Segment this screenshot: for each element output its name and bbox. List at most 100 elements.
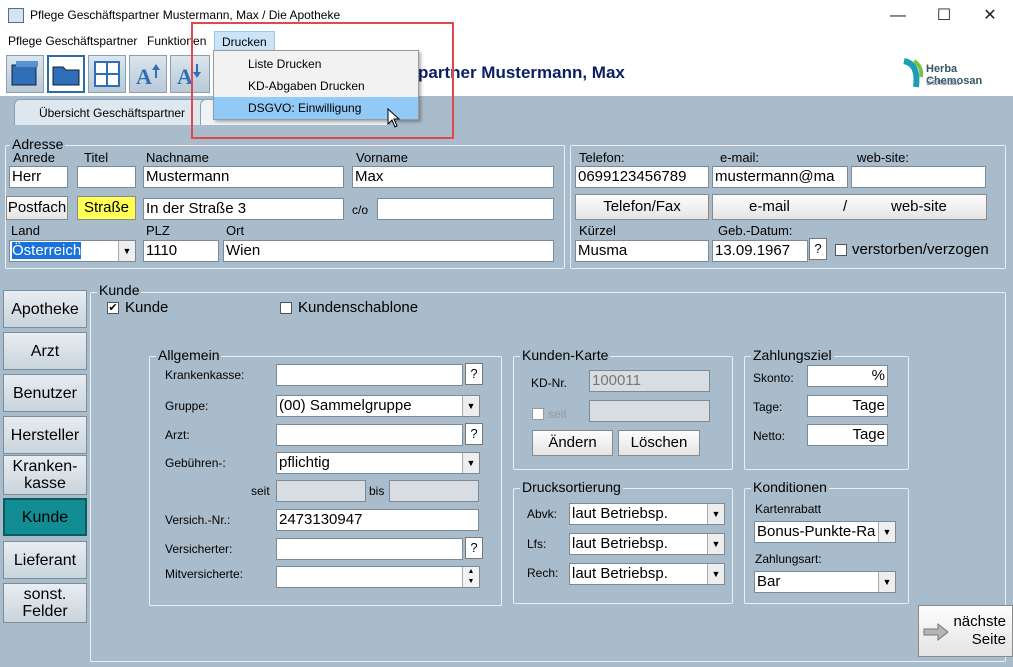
vorname-field[interactable]: Max	[352, 166, 554, 188]
lfs-select[interactable]: laut Betriebsp. ▼	[569, 533, 725, 555]
nav-hersteller[interactable]: Hersteller	[3, 416, 87, 454]
chevron-down-icon[interactable]: ▼	[878, 572, 895, 592]
drucksortierung-label: Drucksortierung	[520, 479, 623, 495]
titel-field[interactable]	[77, 166, 136, 188]
gruppe-label: Gruppe:	[165, 399, 209, 413]
kundenschablone-checkbox[interactable]	[280, 302, 292, 314]
netto-field[interactable]: Tage	[807, 424, 888, 446]
arzt-help-button[interactable]: ?	[465, 423, 483, 445]
kunde-panel-label: Kunde	[97, 282, 142, 298]
abvk-label: Abvk:	[527, 507, 558, 521]
abvk-select[interactable]: laut Betriebsp. ▼	[569, 503, 725, 525]
chevron-down-icon[interactable]: ▼	[118, 241, 135, 261]
kunde-checkbox[interactable]: ✔	[107, 302, 119, 314]
nav-krankenkasse[interactable]: Kranken- kasse	[3, 455, 87, 495]
herba-chemosan-logo: Herba Chemosan Sanodat	[898, 57, 1008, 93]
rech-select[interactable]: laut Betriebsp. ▼	[569, 563, 725, 585]
nav-benutzer[interactable]: Benutzer	[3, 374, 87, 412]
lfs-label: Lfs:	[527, 537, 547, 551]
email-field[interactable]: mustermann@ma	[712, 166, 848, 188]
ort-field[interactable]: Wien	[223, 240, 554, 262]
minimize-button[interactable]: —	[875, 0, 921, 31]
land-label: Land	[11, 223, 40, 238]
mitversicherte-field[interactable]: ▲ ▼	[276, 566, 480, 588]
co-label: c/o	[352, 203, 369, 217]
nav-sonst-felder[interactable]: sonst. Felder	[3, 583, 87, 623]
skonto-field[interactable]: %	[807, 365, 888, 387]
versicherter-field[interactable]	[276, 538, 463, 560]
arzt-label: Arzt:	[165, 428, 190, 442]
window-list-icon[interactable]	[6, 55, 44, 93]
aendern-button[interactable]: Ändern	[532, 430, 613, 456]
krankenkasse-field[interactable]	[276, 364, 463, 386]
tage-field[interactable]: Tage	[807, 395, 888, 417]
chevron-down-icon[interactable]: ▼	[707, 534, 724, 554]
titel-label: Titel	[84, 150, 109, 165]
sort-ascending-icon[interactable]: A	[129, 55, 167, 93]
seit-label: seit	[251, 484, 270, 498]
nav-kunde[interactable]: Kunde	[3, 498, 87, 536]
folder-icon[interactable]	[47, 55, 85, 93]
maximize-button[interactable]: ☐	[921, 0, 967, 31]
kunde-check-label: Kunde	[125, 299, 169, 316]
geb-help-button[interactable]: ?	[809, 238, 827, 260]
geb-field[interactable]: 13.09.1967	[712, 240, 808, 262]
mitversicherte-label: Mitversicherte:	[165, 567, 244, 581]
verstorben-checkbox[interactable]	[835, 244, 847, 256]
nav-arzt[interactable]: Arzt	[3, 332, 87, 370]
slash-label: /	[843, 198, 848, 215]
versich-nr-field[interactable]: 2473130947	[276, 509, 479, 531]
highlight-box	[191, 22, 454, 139]
seit-checkbox[interactable]	[532, 408, 544, 420]
spinner-icon[interactable]: ▲ ▼	[462, 567, 479, 587]
kd-seit-field[interactable]	[589, 400, 710, 422]
chevron-down-icon[interactable]: ▼	[707, 504, 724, 524]
website-field[interactable]	[851, 166, 986, 188]
kartenrabatt-select[interactable]: Bonus-Punkte-Ra ▼	[754, 521, 896, 543]
nav-lieferant[interactable]: Lieferant	[3, 541, 87, 579]
naechste-seite-button[interactable]: nächste Seite	[918, 605, 1013, 657]
arzt-field[interactable]	[276, 424, 463, 446]
tab-uebersicht[interactable]: Übersicht Geschäftspartner	[14, 99, 210, 125]
strasse-button[interactable]: Straße	[77, 196, 136, 220]
kd-nr-field[interactable]: 100011	[589, 370, 710, 392]
plz-field[interactable]: 1110	[143, 240, 219, 262]
menu-pflege[interactable]: Pflege Geschäftspartner	[1, 31, 144, 51]
chevron-down-icon[interactable]: ▼	[462, 396, 479, 416]
skonto-label: Skonto:	[753, 371, 794, 385]
gebuehren-select[interactable]: pflichtig ▼	[276, 452, 480, 474]
kuerzel-field[interactable]: Musma	[575, 240, 709, 262]
close-button[interactable]: ✕	[967, 0, 1013, 31]
loeschen-button[interactable]: Löschen	[618, 430, 700, 456]
anrede-field[interactable]: Herr	[9, 166, 68, 188]
land-select[interactable]: Österreich ▼	[9, 240, 136, 262]
gruppe-select[interactable]: (00) Sammelgruppe ▼	[276, 395, 480, 417]
postfach-button[interactable]: Postfach	[6, 196, 68, 220]
versicherter-help-button[interactable]: ?	[465, 537, 483, 559]
telefon-field[interactable]: 0699123456789	[575, 166, 709, 188]
chevron-down-icon[interactable]: ▼	[707, 564, 724, 584]
bis-field[interactable]	[389, 480, 479, 502]
kartenrabatt-label: Kartenrabatt	[755, 502, 822, 516]
nachname-field[interactable]: Mustermann	[143, 166, 344, 188]
website-button-label: web-site	[891, 198, 947, 215]
grid-view-icon[interactable]	[88, 55, 126, 93]
telefon-fax-button[interactable]: Telefon/Fax	[575, 194, 709, 220]
co-field[interactable]	[377, 198, 554, 220]
netto-label: Netto:	[753, 429, 786, 443]
strasse-field[interactable]: In der Straße 3	[143, 198, 344, 220]
email-label: e-mail:	[720, 150, 760, 165]
seit-field[interactable]	[276, 480, 366, 502]
zahlungsziel-label: Zahlungsziel	[751, 347, 834, 363]
chevron-down-icon[interactable]: ▼	[462, 453, 479, 473]
email-website-button[interactable]: e-mail / web-site	[712, 194, 987, 220]
zahlungsart-select[interactable]: Bar ▼	[754, 571, 896, 593]
versicherter-label: Versicherter:	[165, 542, 233, 556]
telefon-label: Telefon:	[579, 150, 625, 165]
arrow-right-icon	[923, 622, 949, 642]
chevron-down-icon[interactable]: ▼	[878, 522, 895, 542]
verstorben-label: verstorben/verzogen	[852, 241, 989, 258]
nav-apotheke[interactable]: Apotheke	[3, 290, 87, 328]
krankenkasse-help-button[interactable]: ?	[465, 363, 483, 385]
rech-value: laut Betriebsp.	[572, 565, 668, 582]
